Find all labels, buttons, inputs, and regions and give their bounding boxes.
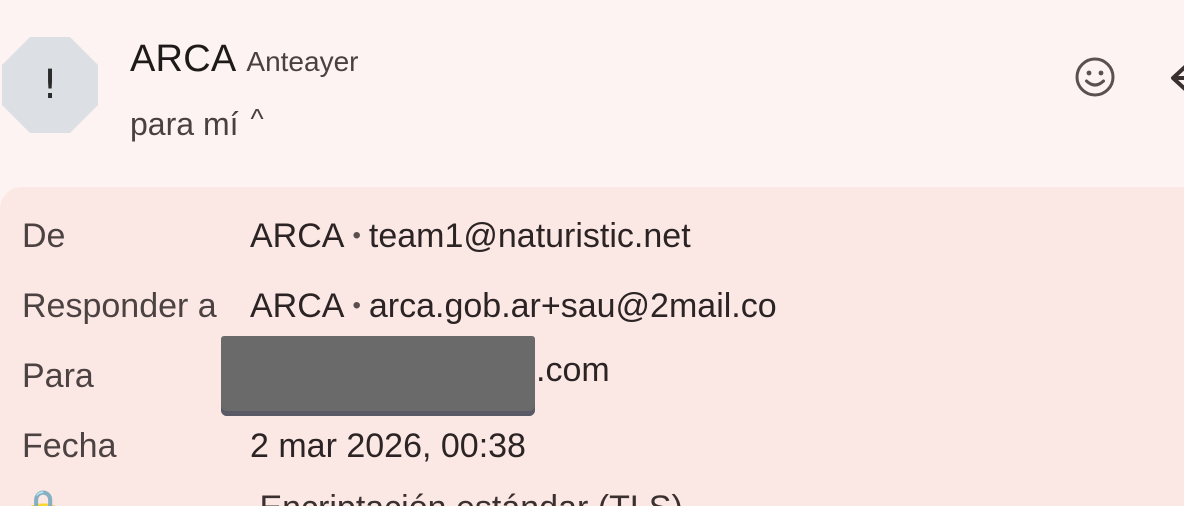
to-row: Para	[22, 351, 250, 401]
warning-icon: !	[41, 62, 59, 108]
redacted-recipient	[221, 336, 535, 416]
date-label: Fecha	[22, 426, 117, 465]
encryption-value: Encriptación estándar (TLS)	[259, 489, 682, 506]
received-date: Anteayer	[246, 46, 359, 77]
from-label: De	[22, 216, 66, 255]
email-header-view: ! ARCA Anteayer para mí ^ De ARCA • team…	[0, 0, 1184, 506]
sender-avatar[interactable]: !	[2, 37, 98, 133]
from-row: De ARCA • team1@naturistic.net	[22, 211, 691, 261]
security-row: 🔒 Encriptación estándar (TLS)	[22, 488, 683, 506]
reply-to-row: Responder a ARCA • arca.gob.ar+sau@2mail…	[22, 281, 777, 331]
lock-icon: 🔒	[22, 488, 250, 506]
reply-icon	[1171, 65, 1184, 91]
reply-to-label: Responder a	[22, 286, 217, 325]
sender-name: ARCA	[130, 38, 237, 80]
emoji-icon	[1075, 57, 1115, 97]
recipient-label: para mí	[130, 106, 239, 142]
chevron-up-icon: ^	[250, 102, 264, 134]
sender-row: ARCA Anteayer	[130, 38, 358, 81]
add-reaction-button[interactable]	[1072, 54, 1118, 100]
separator-dot: •	[352, 292, 361, 319]
recipient-toggle[interactable]: para mí ^	[130, 102, 264, 143]
from-email[interactable]: team1@naturistic.net	[369, 217, 691, 256]
from-name: ARCA	[250, 216, 345, 255]
to-label: Para	[22, 356, 94, 395]
reply-to-name: ARCA	[250, 286, 345, 325]
reply-to-email[interactable]: arca.gob.ar+sau@2mail.co	[369, 287, 777, 326]
date-row: Fecha 2 mar 2026, 00:38	[22, 421, 526, 471]
separator-dot: •	[352, 222, 361, 249]
to-email-suffix: .com	[536, 351, 610, 389]
reply-button[interactable]	[1166, 58, 1184, 98]
date-value: 2 mar 2026, 00:38	[250, 426, 526, 465]
